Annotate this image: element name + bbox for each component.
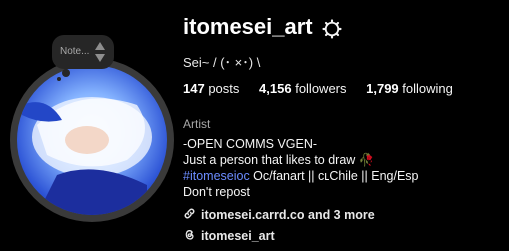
following-stat[interactable]: 1,799 following (366, 81, 453, 96)
posts-label: posts (208, 81, 240, 96)
gear-icon[interactable] (322, 19, 342, 39)
profile-stats: 147 posts 4,156 followers 1,799 followin… (183, 81, 469, 96)
note-tail-large (62, 69, 70, 77)
bio-hashtag-link[interactable]: #itomeseioc (183, 169, 250, 183)
note-text: Note... (60, 46, 90, 57)
profile-link[interactable]: itomesei.carrd.co and 3 more (183, 207, 375, 223)
posts-count: 147 (183, 81, 205, 96)
bio-line-3-text: Oc/fanart || cʟChile || Eng/Esp (249, 169, 419, 183)
profile-category: Artist (183, 117, 211, 131)
note-bubble[interactable]: Note... (52, 35, 114, 81)
following-label: following (402, 81, 453, 96)
bio-line-2: Just a person that likes to draw 🥀 (183, 153, 375, 167)
profile-link-text: itomesei.carrd.co and 3 more (201, 208, 375, 222)
bio-line-3: #itomeseioc Oc/fanart || cʟChile || Eng/… (183, 168, 419, 184)
link-icon (183, 207, 196, 223)
up-down-arrows-icon (94, 40, 106, 64)
profile-pronouns: Sei~ / (･ ×･) \ (183, 55, 261, 70)
avatar-ring[interactable] (10, 58, 174, 222)
bio-line-4: Don't repost (183, 185, 251, 199)
bio-line-1: -OPEN COMMS VGEN- (183, 137, 318, 151)
followers-stat[interactable]: 4,156 followers (259, 81, 350, 96)
threads-handle: itomesei_art (201, 229, 275, 243)
note-tail-small (57, 77, 61, 81)
threads-link[interactable]: itomesei_art (183, 228, 275, 244)
threads-icon (183, 228, 196, 244)
profile-bio: -OPEN COMMS VGEN- Just a person that lik… (183, 136, 419, 200)
following-count: 1,799 (366, 81, 399, 96)
followers-count: 4,156 (259, 81, 292, 96)
followers-label: followers (295, 81, 347, 96)
avatar[interactable] (17, 65, 167, 215)
posts-stat[interactable]: 147 posts (183, 81, 243, 96)
profile-username: itomesei_art (183, 14, 313, 39)
